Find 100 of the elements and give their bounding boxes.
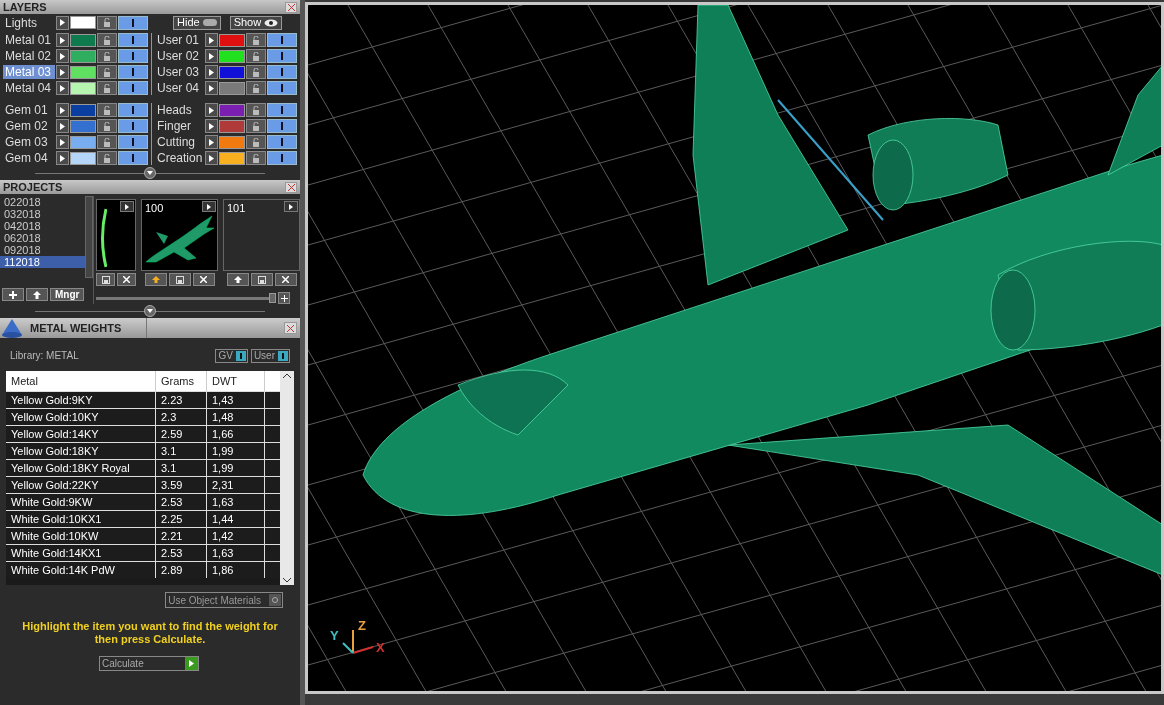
color-swatch[interactable] <box>219 135 245 149</box>
layer-name[interactable]: User 01 <box>155 33 204 47</box>
layer-name[interactable]: User 02 <box>155 49 204 63</box>
color-swatch[interactable] <box>219 49 245 63</box>
visibility-toggle[interactable] <box>267 151 297 165</box>
color-swatch[interactable] <box>70 151 96 165</box>
lock-button[interactable] <box>97 15 117 30</box>
lock-button[interactable] <box>97 135 117 149</box>
visibility-toggle[interactable] <box>267 65 297 79</box>
play-arrow-button[interactable] <box>56 135 69 149</box>
play-arrow-button[interactable] <box>202 201 216 212</box>
visibility-toggle[interactable] <box>118 103 148 117</box>
color-swatch[interactable] <box>70 33 96 47</box>
calculate-button[interactable]: Calculate <box>99 656 199 671</box>
table-scrollbar[interactable] <box>280 371 294 585</box>
color-swatch[interactable] <box>219 81 245 95</box>
play-arrow-button[interactable] <box>56 103 69 117</box>
color-swatch[interactable] <box>219 65 245 79</box>
delete-button[interactable] <box>117 273 136 286</box>
visibility-toggle[interactable] <box>118 135 148 149</box>
visibility-toggle[interactable] <box>267 103 297 117</box>
layer-name[interactable]: Heads <box>155 103 204 117</box>
up-button[interactable] <box>26 288 48 301</box>
play-arrow-button[interactable] <box>205 49 218 63</box>
layer-name[interactable]: Creation <box>155 151 204 165</box>
close-button[interactable] <box>284 322 297 334</box>
group-scrollbar[interactable] <box>151 103 152 165</box>
close-button[interactable] <box>285 1 297 13</box>
manager-button[interactable]: Mngr <box>50 288 85 301</box>
lock-button[interactable] <box>97 119 117 133</box>
play-arrow-button[interactable] <box>205 103 218 117</box>
color-swatch[interactable] <box>219 119 245 133</box>
layer-name[interactable]: Gem 02 <box>3 119 55 133</box>
save-button[interactable] <box>96 273 115 286</box>
project-list-item[interactable]: 062018 <box>0 232 85 244</box>
color-swatch[interactable] <box>70 65 96 79</box>
collapse-button[interactable] <box>144 167 156 179</box>
list-scrollbar[interactable] <box>85 196 93 278</box>
color-swatch[interactable] <box>70 81 96 95</box>
project-list-item[interactable]: 032018 <box>0 208 85 220</box>
play-arrow-button[interactable] <box>56 81 69 95</box>
lock-button[interactable] <box>246 65 266 79</box>
use-object-materials-toggle[interactable]: Use Object Materials <box>165 592 283 608</box>
3d-viewport[interactable]: Z X Y <box>305 2 1164 694</box>
hide-button[interactable]: Hide <box>173 15 221 30</box>
lock-button[interactable] <box>97 65 117 79</box>
visibility-toggle[interactable] <box>267 135 297 149</box>
visibility-toggle[interactable] <box>267 119 297 133</box>
delete-button[interactable] <box>192 273 215 286</box>
upload-button[interactable] <box>144 273 167 286</box>
lock-button[interactable] <box>246 151 266 165</box>
layer-name[interactable]: Finger <box>155 119 204 133</box>
visibility-toggle[interactable] <box>118 49 148 63</box>
project-list-item[interactable]: 022018 <box>0 196 85 208</box>
color-swatch[interactable] <box>219 33 245 47</box>
lock-button[interactable] <box>246 81 266 95</box>
visibility-toggle[interactable] <box>118 33 148 47</box>
project-list-item[interactable]: 042018 <box>0 220 85 232</box>
visibility-toggle[interactable] <box>118 65 148 79</box>
color-swatch[interactable] <box>219 103 245 117</box>
layer-name[interactable]: Metal 02 <box>3 49 55 63</box>
play-arrow-button[interactable] <box>56 151 69 165</box>
color-swatch[interactable] <box>70 135 96 149</box>
layer-name[interactable]: Metal 01 <box>3 33 55 47</box>
play-arrow-button[interactable] <box>205 119 218 133</box>
layer-name[interactable]: Gem 04 <box>3 151 55 165</box>
visibility-toggle[interactable] <box>118 151 148 165</box>
lock-button[interactable] <box>246 103 266 117</box>
play-arrow-button[interactable] <box>284 201 298 212</box>
group-scrollbar[interactable] <box>151 33 152 95</box>
play-arrow-button[interactable] <box>205 81 218 95</box>
layer-name[interactable]: User 03 <box>155 65 204 79</box>
lock-button[interactable] <box>97 33 117 47</box>
color-swatch[interactable] <box>70 16 96 29</box>
toggle-button[interactable]: GV <box>215 348 248 363</box>
close-button[interactable] <box>285 181 297 193</box>
show-button[interactable]: Show <box>229 15 283 30</box>
visibility-toggle[interactable] <box>267 49 297 63</box>
project-list-item[interactable]: 112018 <box>0 256 85 268</box>
visibility-toggle[interactable] <box>267 81 297 95</box>
play-arrow-button[interactable] <box>205 33 218 47</box>
play-arrow-button[interactable] <box>205 135 218 149</box>
save-button[interactable] <box>168 273 191 286</box>
toggle-button[interactable]: User <box>250 348 290 363</box>
visibility-toggle[interactable] <box>267 33 297 47</box>
visibility-toggle[interactable] <box>118 81 148 95</box>
layer-name[interactable]: Cutting <box>155 135 204 149</box>
layer-name[interactable]: Lights <box>3 13 55 32</box>
play-arrow-button[interactable] <box>205 151 218 165</box>
layer-name[interactable]: User 04 <box>155 81 204 95</box>
lock-button[interactable] <box>97 103 117 117</box>
delete-button[interactable] <box>274 273 297 286</box>
layer-name[interactable]: Gem 01 <box>3 103 55 117</box>
lock-button[interactable] <box>97 81 117 95</box>
play-arrow-button[interactable] <box>56 49 69 63</box>
visibility-toggle[interactable] <box>118 119 148 133</box>
play-arrow-button[interactable] <box>56 65 69 79</box>
add-button[interactable] <box>2 288 24 301</box>
play-arrow-button[interactable] <box>120 201 134 212</box>
color-swatch[interactable] <box>219 151 245 165</box>
